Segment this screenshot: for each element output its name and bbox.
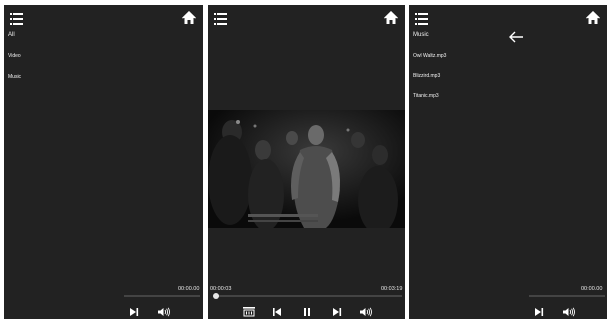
menu-item-all[interactable]: All <box>8 32 15 38</box>
time-display: 00:00.00 <box>178 286 200 292</box>
skip-next-icon[interactable] <box>534 307 544 317</box>
skip-next-icon[interactable] <box>332 307 342 317</box>
volume-icon[interactable] <box>563 307 575 317</box>
time-display: 00:00.00 <box>581 286 603 292</box>
pause-icon[interactable] <box>302 307 312 317</box>
library-screen: All Video Music 00:00.00 <box>4 5 203 319</box>
menu-item-video[interactable]: Video <box>8 53 21 59</box>
track-item[interactable]: Owl Waltz.mp3 <box>413 53 446 59</box>
hamburger-icon[interactable] <box>214 13 227 25</box>
progress-track[interactable] <box>215 295 402 297</box>
back-arrow-icon[interactable] <box>508 31 524 43</box>
skip-next-icon[interactable] <box>129 307 139 317</box>
home-icon[interactable] <box>182 11 196 25</box>
music-list-screen: Music Owl Waltz.mp3 Blizzird.mp3 Titanic… <box>409 5 607 319</box>
hamburger-icon[interactable] <box>10 13 23 25</box>
playlist-icon[interactable] <box>243 307 255 317</box>
track-item[interactable]: Blizzird.mp3 <box>413 73 440 79</box>
video-player-screen: 00:00:03 00:03:19 <box>208 5 405 319</box>
volume-icon[interactable] <box>360 307 372 317</box>
total-time: 00:03:19 <box>381 286 403 292</box>
progress-track[interactable] <box>124 295 200 297</box>
track-item[interactable]: Titanic.mp3 <box>413 93 439 99</box>
video-frame[interactable] <box>208 110 405 228</box>
home-icon[interactable] <box>586 11 600 25</box>
volume-icon[interactable] <box>158 307 170 317</box>
page-title: Music <box>413 32 429 38</box>
hamburger-icon[interactable] <box>415 13 428 25</box>
home-icon[interactable] <box>384 11 398 25</box>
menu-item-music[interactable]: Music <box>8 74 21 80</box>
progress-track[interactable] <box>529 295 605 297</box>
skip-previous-icon[interactable] <box>272 307 282 317</box>
current-time: 00:00:03 <box>210 286 232 292</box>
progress-knob[interactable] <box>213 293 219 299</box>
